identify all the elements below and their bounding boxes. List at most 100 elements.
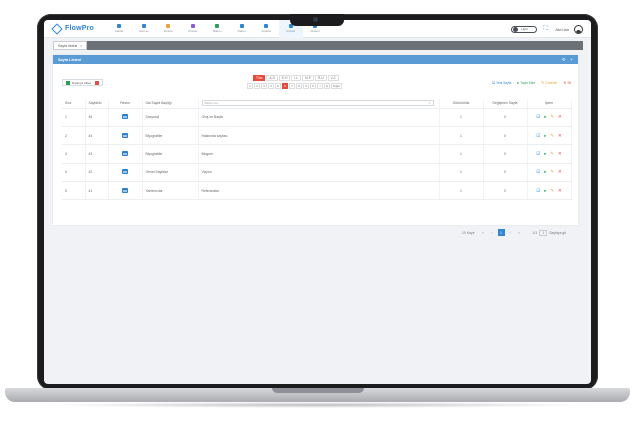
export-button[interactable]: Dışarıya Aktar — [62, 79, 103, 86]
nav-item-2[interactable]: Finans — [156, 20, 181, 38]
char-filter-5[interactable]: 6 — [282, 83, 288, 89]
cell-ust-sayfa: Yardımcılar — [142, 181, 199, 201]
edit-icon[interactable]: ☑ — [536, 133, 540, 139]
letter-filter-5[interactable]: R-U — [314, 75, 327, 81]
pencil-icon[interactable]: ✎ — [550, 133, 554, 139]
pages-table: Sıra SayfaNo Resim Üst Sayfa Başlığı Baş… — [62, 99, 572, 201]
action-button-1[interactable]: ▸ Toplu Ekle — [517, 80, 535, 85]
nav-item-4[interactable]: Bakım — [205, 20, 230, 38]
char-filter-1[interactable]: 2 — [254, 83, 260, 89]
char-filter-2[interactable]: 3 — [261, 83, 267, 89]
nav-item-5[interactable]: Rapor — [230, 20, 255, 38]
edit-icon[interactable]: ☑ — [536, 188, 540, 194]
col-sayfano[interactable]: SayfaNo — [85, 99, 109, 109]
close-icon[interactable]: × — [80, 44, 82, 48]
nav-item-6[interactable]: Ayarlar — [254, 20, 279, 38]
action-button-2[interactable]: ✎ Düzenle — [541, 80, 557, 85]
letter-filter: Tüm A-D E-H I-L M-P R-U V-Z — [253, 75, 339, 81]
refresh-icon[interactable]: ⟲ — [562, 57, 566, 63]
page-button-4[interactable]: » — [516, 229, 523, 236]
letter-filter-0[interactable]: Tüm — [253, 75, 266, 81]
char-filter-4[interactable]: 5 — [275, 83, 281, 89]
delete-icon[interactable]: ✕ — [558, 133, 562, 139]
nav-label: Kişisel — [286, 29, 296, 33]
pencil-icon[interactable]: ✎ — [550, 188, 554, 194]
image-icon[interactable] — [122, 169, 128, 175]
col-degistiren[interactable]: Değiştiren Sayfa — [483, 99, 528, 109]
char-filter-8[interactable]: 9 — [303, 83, 309, 89]
cell-sayfano: 42 — [85, 163, 109, 183]
action-button-3[interactable]: ✕ Sil — [563, 80, 571, 85]
nav-item-1[interactable]: Hizmet — [132, 20, 157, 38]
avatar-icon[interactable] — [574, 24, 583, 34]
delete-icon[interactable]: ✕ — [558, 151, 562, 157]
fullscreen-icon[interactable]: ⛶ — [543, 26, 547, 33]
pdf-icon[interactable] — [94, 80, 99, 85]
char-filter-3[interactable]: 4 — [268, 83, 274, 89]
image-icon[interactable] — [122, 187, 128, 193]
action-button-0[interactable]: ☑ Yeni Sayfa — [492, 80, 512, 85]
table-row[interactable]: 2 44 Biyografiler Hakkında sayfası 1 0 ☑ ▸ ✎ ✕ — [62, 126, 572, 146]
delete-icon[interactable]: ✕ — [558, 188, 562, 194]
image-icon[interactable] — [122, 114, 128, 120]
view-icon[interactable]: ▸ — [544, 151, 546, 157]
char-filter-0[interactable]: 1 — [247, 83, 253, 89]
edit-icon[interactable]: ☑ — [536, 169, 540, 175]
char-filter-11[interactable]: Ş — [324, 83, 331, 89]
theme-toggle[interactable]: Light — [511, 25, 538, 33]
col-gorunurluk[interactable]: Görünürlük — [439, 99, 484, 109]
delete-icon[interactable]: ✕ — [558, 114, 562, 120]
letter-filter-6[interactable]: V-Z — [327, 75, 339, 81]
edit-icon[interactable]: ☑ — [536, 114, 540, 120]
letter-filter-3[interactable]: I-L — [291, 75, 302, 81]
page-size[interactable]: 10 Kayıt — [462, 231, 474, 235]
page-button-0[interactable]: « — [480, 229, 487, 236]
goto-page-label[interactable]: Sayfaya git — [549, 231, 566, 235]
char-filter-12[interactable]: Diğer — [331, 83, 343, 89]
view-icon[interactable]: ▸ — [544, 188, 546, 194]
table-row[interactable]: 3 43 Biyografiler Blogum 1 0 ☑ ▸ ✎ ✕ — [62, 144, 572, 164]
cell-resim — [108, 108, 143, 127]
cell-sayfano: 43 — [85, 144, 109, 164]
tab-sayfa-listesi[interactable]: Sayfa listesi × — [53, 41, 88, 50]
page-button-1[interactable]: ‹ — [489, 229, 496, 236]
edit-icon[interactable]: ☑ — [536, 151, 540, 157]
page-button-2[interactable]: 1 — [497, 229, 505, 236]
table-row[interactable]: 4 42 Genel Sayfalar Vizyon 1 0 ☑ ▸ ✎ ✕ — [62, 163, 572, 183]
nav-item-3[interactable]: Ürünler — [181, 20, 206, 38]
cell-sira: 5 — [62, 181, 86, 201]
letter-filter-1[interactable]: A-D — [266, 75, 278, 81]
user-name[interactable]: Abd lan — [555, 27, 569, 32]
table-row[interactable]: 5 41 Yardımcılar Referanslar 1 0 ☑ ▸ ✎ ✕ — [62, 181, 572, 201]
table-row[interactable]: 1 45 Sosyoloji Giriş ve Başlık 1 0 ☑ ▸ ✎ ✕ — [62, 108, 572, 127]
cell-islem: ☑ ▸ ✎ ✕ — [527, 181, 572, 201]
image-icon[interactable] — [122, 150, 128, 156]
char-filter-9[interactable]: 0 — [310, 83, 316, 89]
letter-filter-2[interactable]: E-H — [278, 75, 291, 81]
view-icon[interactable]: ▸ — [544, 169, 546, 175]
pencil-icon[interactable]: ✎ — [550, 114, 554, 120]
view-icon[interactable]: ▸ — [544, 114, 546, 120]
title-search-input[interactable]: Başlık Ara ⌕ — [201, 100, 434, 107]
nav-icon — [141, 24, 146, 28]
pencil-icon[interactable]: ✎ — [550, 151, 554, 157]
page-button-3[interactable]: › — [507, 229, 514, 236]
cell-gorunurluk: 1 — [439, 163, 484, 183]
page-input[interactable]: 1 — [539, 229, 548, 236]
pencil-icon[interactable]: ✎ — [550, 169, 554, 175]
add-icon[interactable]: + — [570, 57, 573, 63]
tab-label: Sayfa listesi — [58, 43, 78, 48]
action-icon: ☑ — [491, 80, 496, 85]
nav-item-0[interactable]: Kartlar — [107, 20, 132, 38]
char-filter-10[interactable]: İ — [317, 83, 323, 89]
cell-baslik: Giriş ve Başlık — [198, 108, 440, 127]
col-ust-sayfa[interactable]: Üst Sayfa Başlığı — [142, 99, 199, 109]
letter-filter-4[interactable]: M-P — [302, 75, 314, 81]
char-filter-6[interactable]: 7 — [289, 83, 295, 89]
image-icon[interactable] — [122, 132, 128, 138]
view-icon[interactable]: ▸ — [544, 133, 546, 139]
char-filter-7[interactable]: 8 — [296, 83, 302, 89]
logo[interactable]: FlowPro — [51, 22, 105, 35]
col-sira[interactable]: Sıra — [62, 99, 86, 109]
delete-icon[interactable]: ✕ — [558, 169, 562, 175]
